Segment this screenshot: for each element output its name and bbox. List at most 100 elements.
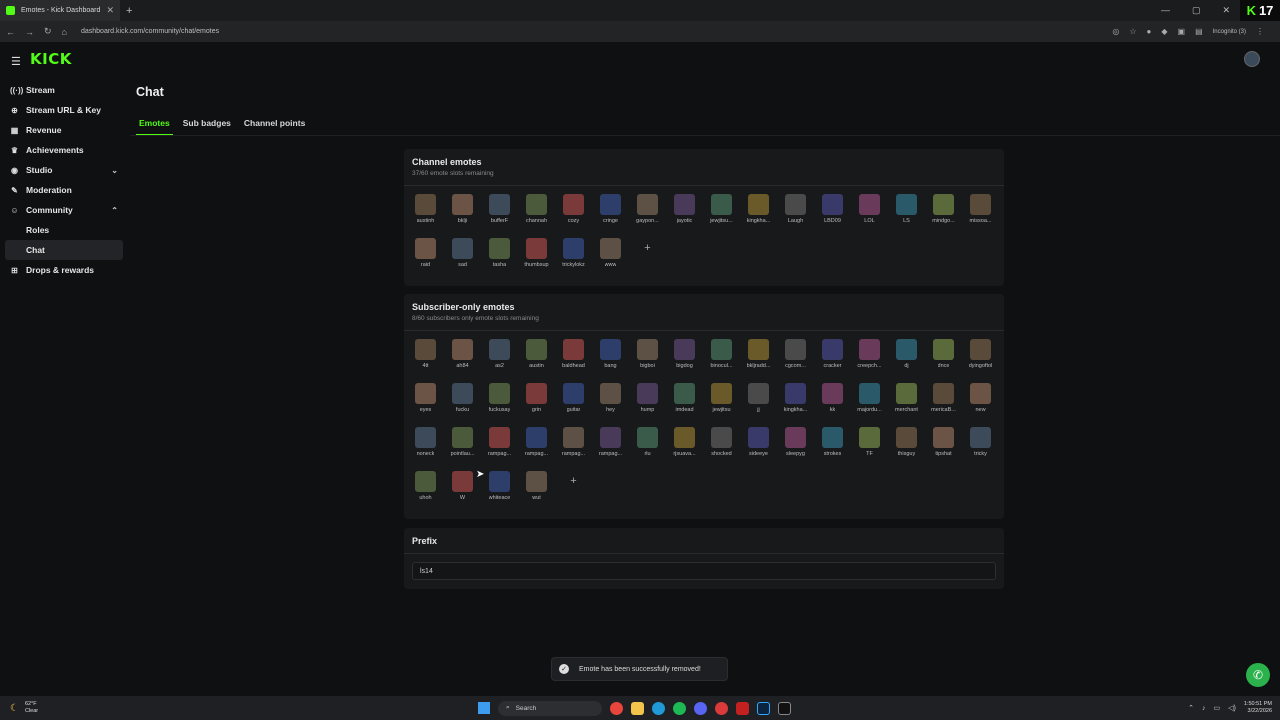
emote-item[interactable]: rampag... <box>555 427 592 471</box>
maximize-icon[interactable]: ▢ <box>1192 5 1201 16</box>
emote-item[interactable]: shocked <box>703 427 740 471</box>
emote-item[interactable]: jj <box>740 383 777 427</box>
emote-item[interactable]: cozy <box>555 194 592 238</box>
emote-item[interactable]: Laugh <box>777 194 814 238</box>
home-icon[interactable]: ⌂ <box>62 27 67 37</box>
emote-item[interactable]: gaypon... <box>629 194 666 238</box>
file-explorer-icon[interactable] <box>631 701 644 715</box>
emote-item[interactable]: wut <box>518 471 555 515</box>
sidebar-item-chat[interactable]: Chat <box>5 240 123 260</box>
sidebar-item-drops[interactable]: ⊞ Drops & rewards <box>5 260 123 280</box>
emote-item[interactable]: LS <box>888 194 925 238</box>
emote-item[interactable]: dyingoftol <box>962 339 999 383</box>
emote-item[interactable]: binocul... <box>703 339 740 383</box>
emote-item[interactable]: whiteace <box>481 471 518 515</box>
photoshop-icon[interactable] <box>757 701 770 715</box>
emote-item[interactable]: rampag... <box>592 427 629 471</box>
menu-icon[interactable]: ⋮ <box>1256 27 1264 36</box>
emote-item[interactable]: jayotic <box>666 194 703 238</box>
support-chat-button[interactable]: ✆ <box>1246 663 1270 687</box>
emote-item[interactable]: trickylokz <box>555 238 592 282</box>
terminal-icon[interactable] <box>778 701 791 715</box>
sidebar-item-roles[interactable]: Roles <box>5 220 123 240</box>
emote-item[interactable]: dnce <box>925 339 962 383</box>
emote-item[interactable]: tasha <box>481 238 518 282</box>
edge-icon[interactable] <box>652 701 665 715</box>
emote-item[interactable]: pointlau... <box>444 427 481 471</box>
forward-icon[interactable]: → <box>25 27 34 37</box>
emote-item[interactable]: tricky <box>962 427 999 471</box>
emote-item[interactable]: hey <box>592 383 629 427</box>
emote-item[interactable]: kingkha... <box>740 194 777 238</box>
emote-item[interactable]: bigdog <box>666 339 703 383</box>
sidebar-item-stream-url[interactable]: ⊕ Stream URL & Key <box>5 100 123 120</box>
emote-item[interactable]: bufferF <box>481 194 518 238</box>
chevron-up-icon[interactable]: ⌃ <box>1188 704 1194 712</box>
emote-item[interactable]: bkljradd... <box>740 339 777 383</box>
chevron-up-icon[interactable]: ⌃ <box>111 206 118 215</box>
emote-item[interactable]: noneck <box>407 427 444 471</box>
extension-icon[interactable]: ▣ <box>1178 27 1186 36</box>
spotify-icon[interactable] <box>673 701 686 715</box>
emote-item[interactable]: bang <box>592 339 629 383</box>
tab-emotes[interactable]: Emotes <box>136 118 173 136</box>
reload-icon[interactable]: ↻ <box>44 26 52 37</box>
acrobat-icon[interactable] <box>736 701 749 715</box>
emote-item[interactable]: jewjitsu... <box>703 194 740 238</box>
emote-item[interactable]: 4tt <box>407 339 444 383</box>
tab-sub-badges[interactable]: Sub badges <box>180 118 234 136</box>
close-tab-icon[interactable]: ✕ <box>106 5 114 16</box>
hamburger-menu-icon[interactable]: ☰ <box>11 55 21 68</box>
back-icon[interactable]: ← <box>6 27 15 37</box>
emote-item[interactable]: cringe <box>592 194 629 238</box>
emote-item[interactable]: tipshat <box>925 427 962 471</box>
sidebar-icon[interactable]: ▤ <box>1195 27 1203 36</box>
emote-item[interactable]: rlu <box>629 427 666 471</box>
emote-item[interactable]: eyes <box>407 383 444 427</box>
emote-item[interactable]: TF <box>851 427 888 471</box>
volume-icon[interactable]: ◁) <box>1228 704 1236 712</box>
emote-item[interactable]: ah84 <box>444 339 481 383</box>
windows-start-icon[interactable] <box>478 702 490 714</box>
clock[interactable]: 1:50:51 PM 3/22/2026 <box>1244 701 1272 715</box>
avatar[interactable] <box>1244 51 1260 67</box>
sidebar-item-achievements[interactable]: ♛ Achievements <box>5 140 123 160</box>
emote-item[interactable]: creepch... <box>851 339 888 383</box>
sidebar-item-studio[interactable]: ◉ Studio ⌄ <box>5 160 123 180</box>
emote-item[interactable]: dj <box>888 339 925 383</box>
emote-item[interactable]: raid <box>407 238 444 282</box>
emote-item[interactable]: austin <box>518 339 555 383</box>
emote-item[interactable]: LOL <box>851 194 888 238</box>
close-window-icon[interactable]: ✕ <box>1222 5 1230 16</box>
chrome-icon[interactable] <box>610 701 623 715</box>
emote-item[interactable]: cgcom... <box>777 339 814 383</box>
extension-icon[interactable]: ◆ <box>1161 27 1167 36</box>
emote-item[interactable]: bigboi <box>629 339 666 383</box>
emote-item[interactable]: strokes <box>814 427 851 471</box>
emote-item[interactable]: new <box>962 383 999 427</box>
emote-item[interactable]: grin <box>518 383 555 427</box>
sidebar-item-revenue[interactable]: ▦ Revenue <box>5 120 123 140</box>
browser-tab[interactable]: Emotes - Kick Dashboard ✕ <box>0 0 120 21</box>
incognito-label[interactable]: Incognito (3) <box>1213 29 1246 35</box>
emote-item[interactable]: imdead <box>666 383 703 427</box>
emote-item[interactable]: jewjitsu <box>703 383 740 427</box>
sidebar-item-stream[interactable]: ((·)) Stream <box>5 80 123 100</box>
emote-item[interactable]: baldhead <box>555 339 592 383</box>
emote-item[interactable]: mindgo... <box>925 194 962 238</box>
emote-item[interactable]: uhoh <box>407 471 444 515</box>
emote-item[interactable]: channah <box>518 194 555 238</box>
network-icon[interactable]: ▭ <box>1214 704 1221 712</box>
url-field[interactable]: dashboard.kick.com/community/chat/emotes <box>81 28 1102 35</box>
emote-item[interactable]: rampag... <box>481 427 518 471</box>
emote-item[interactable]: kingkha... <box>777 383 814 427</box>
microphone-icon[interactable]: ♪ <box>1202 705 1206 712</box>
weather-widget[interactable]: ☾ 62°F Clear <box>0 701 160 715</box>
emote-item[interactable]: thisguy <box>888 427 925 471</box>
star-icon[interactable]: ☆ <box>1129 27 1136 36</box>
discord-icon[interactable] <box>694 701 707 715</box>
emote-item[interactable]: sleepyg <box>777 427 814 471</box>
add-emote-button[interactable]: + <box>629 238 666 282</box>
emote-item[interactable]: missoa... <box>962 194 999 238</box>
emote-item[interactable]: mericaB... <box>925 383 962 427</box>
